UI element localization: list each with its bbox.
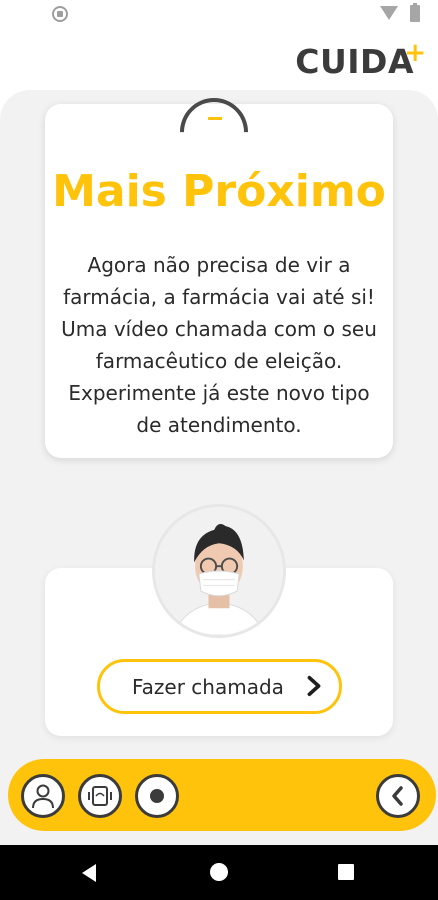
nav-back-button[interactable]	[376, 774, 420, 818]
bottom-nav-bar	[8, 759, 436, 831]
battery-icon	[410, 3, 420, 22]
nav-profile-button[interactable]	[21, 774, 65, 818]
feature-title: Mais Próximo	[52, 166, 386, 217]
nav-video-call-button[interactable]	[78, 774, 122, 818]
video-call-icon	[88, 786, 112, 806]
wifi-icon	[380, 6, 398, 20]
app-logo: CUIDA	[295, 42, 414, 81]
system-back-icon[interactable]	[82, 864, 96, 882]
feature-description: Agora não precisa de vir a farmácia, a f…	[61, 253, 377, 437]
chevron-right-icon	[307, 675, 321, 697]
system-recents-icon[interactable]	[338, 864, 354, 880]
decorative-dash-icon	[208, 117, 222, 120]
record-icon	[150, 789, 164, 803]
app-logo-plus: +	[404, 38, 426, 68]
status-bar	[0, 0, 438, 26]
system-home-icon[interactable]	[210, 863, 228, 881]
pharmacist-photo-icon	[155, 507, 283, 635]
pharmacist-avatar	[152, 504, 286, 638]
user-icon	[32, 784, 54, 809]
nav-record-button[interactable]	[135, 774, 179, 818]
notification-app-icon	[52, 6, 68, 22]
chevron-left-icon	[392, 786, 403, 806]
make-call-button[interactable]: Fazer chamada	[97, 659, 342, 714]
system-nav-bar	[0, 845, 438, 900]
make-call-label: Fazer chamada	[132, 675, 284, 699]
